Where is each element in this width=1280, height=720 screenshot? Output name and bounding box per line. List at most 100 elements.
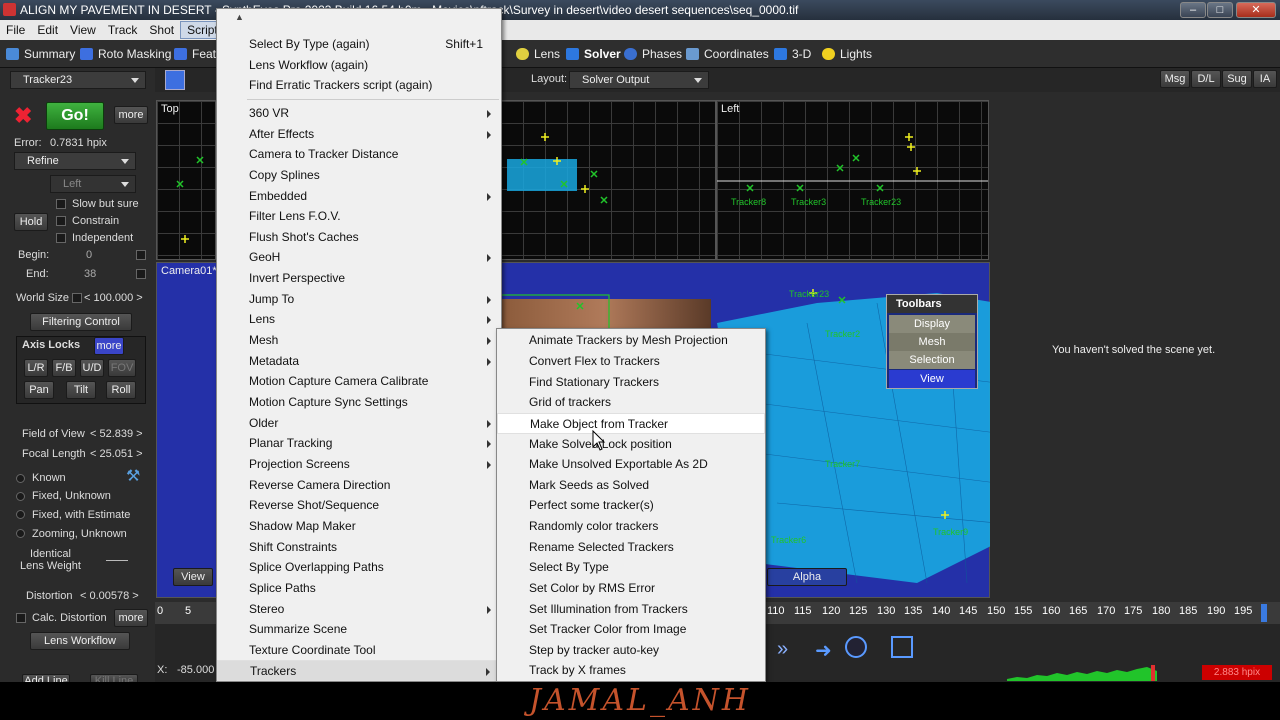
calc-more-button[interactable]: more: [114, 609, 148, 627]
script-menu-item[interactable]: Stereo: [217, 599, 501, 620]
script-menu-item-trackers[interactable]: Trackers: [217, 660, 501, 681]
lens-weight-slider[interactable]: [106, 560, 128, 561]
end-value[interactable]: 38: [84, 268, 96, 280]
script-menu-item[interactable]: Invert Perspective: [217, 268, 501, 289]
calc-distortion-checkbox[interactable]: [16, 613, 26, 623]
fit-frame-icon[interactable]: [891, 636, 913, 658]
tab-phases[interactable]: Phases: [622, 45, 682, 63]
lens-zooming-radio[interactable]: [16, 529, 25, 538]
tracker-select[interactable]: Tracker23: [10, 71, 146, 89]
menu-collapse-icon[interactable]: ▲: [235, 12, 244, 22]
script-menu-item[interactable]: Reverse Camera Direction: [217, 475, 501, 496]
menu-track[interactable]: Track: [102, 20, 144, 40]
script-menu-item[interactable]: Motion Capture Camera Calibrate: [217, 371, 501, 392]
script-menu-item[interactable]: Older: [217, 413, 501, 434]
minimize-button[interactable]: –: [1180, 2, 1206, 18]
trackers-menu-item[interactable]: Make Solved Lock position: [497, 434, 765, 455]
ia-button[interactable]: IA: [1253, 70, 1277, 88]
trackers-menu-item[interactable]: Grid of trackers: [497, 392, 765, 413]
lens-fixed-estimate-radio[interactable]: [16, 510, 25, 519]
trackers-menu-item[interactable]: Track by X frames: [497, 660, 765, 681]
script-menu-item[interactable]: Filter Lens F.O.V.: [217, 206, 501, 227]
script-menu-item[interactable]: Copy Splines: [217, 165, 501, 186]
field-of-view-value[interactable]: < 52.839 >: [90, 428, 143, 440]
trackers-menu-item[interactable]: Mark Seeds as Solved: [497, 475, 765, 496]
filtering-control-button[interactable]: Filtering Control: [30, 313, 132, 331]
sug-button[interactable]: Sug: [1222, 70, 1252, 88]
trackers-menu-item[interactable]: Animate Trackers by Mesh Projection: [497, 330, 765, 351]
add-line-button[interactable]: Add Line: [22, 674, 70, 682]
trackers-menu-item[interactable]: Find Stationary Trackers: [497, 372, 765, 393]
roll-lock-button[interactable]: Roll: [106, 381, 136, 399]
tab-lens[interactable]: Lens: [514, 45, 560, 63]
toolbar-mesh[interactable]: Mesh: [889, 333, 975, 351]
script-menu-item[interactable]: Lens Workflow (again): [217, 55, 501, 76]
lens-fixed-unknown-radio[interactable]: [16, 492, 25, 501]
trackers-menu-item[interactable]: Set Color by RMS Error: [497, 578, 765, 599]
script-menu-item[interactable]: Projection Screens: [217, 454, 501, 475]
axis-more-button[interactable]: more: [94, 337, 124, 355]
layout-select[interactable]: Solver Output: [569, 71, 709, 89]
trackers-menu-item-highlighted[interactable]: Make Object from Tracker: [497, 413, 765, 434]
trackers-menu-item[interactable]: Set Tracker Color from Image: [497, 619, 765, 640]
lens-known-radio[interactable]: [16, 474, 25, 483]
view-button[interactable]: View: [173, 568, 213, 586]
left-viewport[interactable]: Left Tracker8 Tracker3 Tracker23: [716, 100, 989, 260]
fb-lock-button[interactable]: F/B: [52, 359, 76, 377]
cancel-x-icon[interactable]: ✖: [14, 105, 32, 127]
go-button[interactable]: Go!: [46, 102, 104, 130]
script-menu-item[interactable]: Metadata: [217, 351, 501, 372]
end-checkbox[interactable]: [136, 269, 146, 279]
script-menu-item[interactable]: Reverse Shot/Sequence: [217, 495, 501, 516]
script-menu-item[interactable]: Select By Type (again) Shift+1: [217, 34, 501, 55]
tilt-lock-button[interactable]: Tilt: [66, 381, 96, 399]
tab-3d[interactable]: 3-D: [772, 45, 811, 63]
menu-shot[interactable]: Shot: [143, 20, 180, 40]
top-viewport[interactable]: Top: [156, 100, 216, 260]
menu-edit[interactable]: Edit: [31, 20, 64, 40]
trackers-menu-item[interactable]: Make Unsolved Exportable As 2D: [497, 454, 765, 475]
step-forward-arrow-icon[interactable]: ➜: [815, 638, 832, 663]
world-size-checkbox[interactable]: [72, 293, 82, 303]
tab-solver[interactable]: Solver: [564, 45, 621, 63]
script-menu-item[interactable]: After Effects: [217, 124, 501, 145]
more-button[interactable]: more: [114, 106, 148, 124]
dl-button[interactable]: D/L: [1191, 70, 1221, 88]
magic-wand-icon[interactable]: ⚒: [126, 466, 140, 486]
trackers-menu-item[interactable]: Randomly color trackers: [497, 516, 765, 537]
tab-lights[interactable]: Lights: [820, 45, 872, 63]
trackers-menu-item[interactable]: Set Illumination from Trackers: [497, 599, 765, 620]
ud-lock-button[interactable]: U/D: [80, 359, 104, 377]
tab-coordinates[interactable]: Coordinates: [684, 45, 769, 63]
trackers-menu-item[interactable]: Select By Type: [497, 557, 765, 578]
toolbar-view[interactable]: View: [889, 370, 975, 388]
lr-lock-button[interactable]: L/R: [24, 359, 48, 377]
fast-forward-icon[interactable]: »: [777, 638, 788, 661]
lens-workflow-button[interactable]: Lens Workflow: [30, 632, 130, 650]
menu-view[interactable]: View: [64, 20, 102, 40]
script-menu-item[interactable]: Mesh: [217, 330, 501, 351]
script-menu-item[interactable]: Planar Tracking: [217, 433, 501, 454]
timeline-playhead[interactable]: [1261, 604, 1267, 622]
world-size-value[interactable]: < 100.000 >: [84, 292, 143, 304]
direction-select[interactable]: Left: [50, 175, 136, 193]
script-menu-item[interactable]: Lens: [217, 309, 501, 330]
fov-lock-button[interactable]: FOV: [108, 359, 136, 377]
menu-file[interactable]: File: [0, 20, 31, 40]
tab-summary[interactable]: Summary: [4, 45, 75, 63]
perspective-viewport[interactable]: [500, 100, 716, 260]
close-button[interactable]: ✕: [1236, 2, 1276, 18]
trackers-menu-item[interactable]: Convert Flex to Trackers: [497, 351, 765, 372]
script-menu-item[interactable]: Texture Coordinate Tool: [217, 640, 501, 661]
begin-checkbox[interactable]: [136, 250, 146, 260]
tab-feature[interactable]: Feat: [172, 45, 216, 63]
zoom-search-icon[interactable]: [845, 636, 867, 658]
distortion-value[interactable]: < 0.00578 >: [80, 590, 139, 602]
toolbar-selection[interactable]: Selection: [889, 351, 975, 369]
maximize-button[interactable]: □: [1207, 2, 1233, 18]
alpha-button[interactable]: Alpha: [767, 568, 847, 586]
script-menu-item[interactable]: Camera to Tracker Distance: [217, 144, 501, 165]
independent-checkbox[interactable]: [56, 233, 66, 243]
script-menu-item[interactable]: Summarize Scene: [217, 619, 501, 640]
script-menu-item[interactable]: GeoH: [217, 247, 501, 268]
